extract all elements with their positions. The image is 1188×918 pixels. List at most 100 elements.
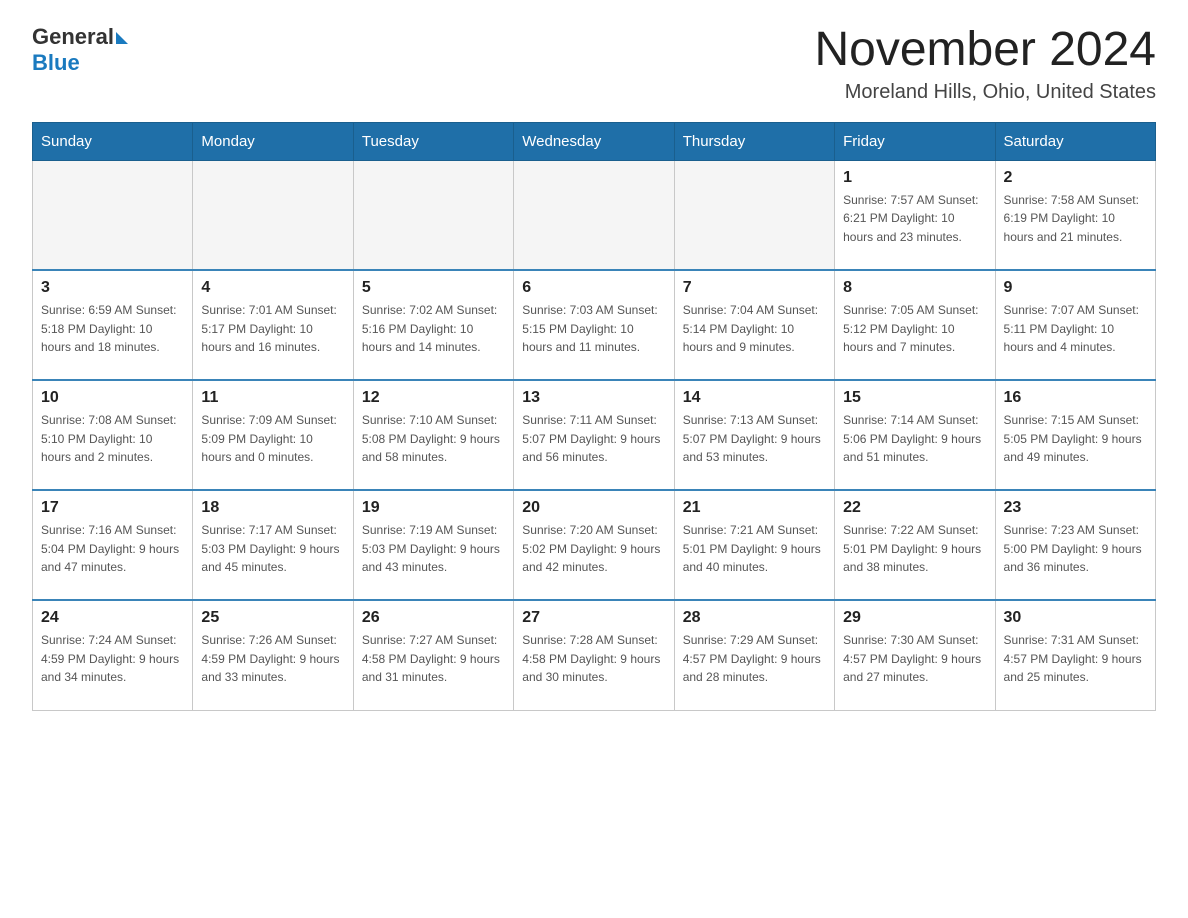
day-number: 26 [362, 609, 505, 627]
calendar-cell: 10 Sunrise: 7:08 AM Sunset: 5:10 PM Dayli… [33, 380, 193, 490]
day-number: 25 [201, 609, 344, 627]
logo-arrow-icon [116, 32, 128, 44]
calendar-cell [514, 160, 674, 270]
calendar-cell: 14Sunrise: 7:13 AM Sunset: 5:07 PM Dayli… [674, 380, 834, 490]
calendar-cell [33, 160, 193, 270]
sun-info: Sunrise: 7:28 AM Sunset: 4:58 PM Dayligh… [522, 631, 665, 687]
column-header-tuesday: Tuesday [353, 122, 513, 160]
calendar-cell: 17 Sunrise: 7:16 AM Sunset: 5:04 PM Dayli… [33, 490, 193, 600]
calendar-cell: 20 Sunrise: 7:20 AM Sunset: 5:02 PM Dayli… [514, 490, 674, 600]
day-number: 1 [843, 169, 986, 187]
calendar-cell: 27 Sunrise: 7:28 AM Sunset: 4:58 PM Dayli… [514, 600, 674, 710]
day-number: 8 [843, 279, 986, 297]
calendar-cell: 15Sunrise: 7:14 AM Sunset: 5:06 PM Dayli… [835, 380, 995, 490]
calendar-cell: 13Sunrise: 7:11 AM Sunset: 5:07 PM Dayli… [514, 380, 674, 490]
logo-general-text: General [32, 24, 114, 50]
month-title: November 2024 [814, 24, 1156, 77]
sun-info: Sunrise: 7:17 AM Sunset: 5:03 PM Dayligh… [201, 521, 344, 577]
calendar-cell: 26 Sunrise: 7:27 AM Sunset: 4:58 PM Dayli… [353, 600, 513, 710]
day-number: 13 [522, 389, 665, 407]
calendar-cell: 19 Sunrise: 7:19 AM Sunset: 5:03 PM Dayli… [353, 490, 513, 600]
day-number: 7 [683, 279, 826, 297]
day-number: 27 [522, 609, 665, 627]
sun-info: Sunrise: 6:59 AM Sunset: 5:18 PM Dayligh… [41, 301, 184, 357]
page-header: General Blue November 2024 Moreland Hill… [32, 24, 1156, 104]
sun-info: Sunrise: 7:02 AM Sunset: 5:16 PM Dayligh… [362, 301, 505, 357]
column-header-thursday: Thursday [674, 122, 834, 160]
day-number: 2 [1004, 169, 1147, 187]
day-number: 9 [1004, 279, 1147, 297]
calendar-cell: 23 Sunrise: 7:23 AM Sunset: 5:00 PM Dayli… [995, 490, 1155, 600]
day-number: 14 [683, 389, 826, 407]
day-number: 22 [843, 499, 986, 517]
day-number: 30 [1004, 609, 1147, 627]
calendar-cell: 22 Sunrise: 7:22 AM Sunset: 5:01 PM Dayli… [835, 490, 995, 600]
logo-blue-text: Blue [32, 50, 80, 76]
calendar-cell: 9Sunrise: 7:07 AM Sunset: 5:11 PM Daylig… [995, 270, 1155, 380]
day-number: 11 [201, 389, 344, 407]
day-number: 4 [201, 279, 344, 297]
sun-info: Sunrise: 7:21 AM Sunset: 5:01 PM Dayligh… [683, 521, 826, 577]
location-title: Moreland Hills, Ohio, United States [814, 81, 1156, 104]
calendar-cell [353, 160, 513, 270]
calendar-cell [193, 160, 353, 270]
sun-info: Sunrise: 7:26 AM Sunset: 4:59 PM Dayligh… [201, 631, 344, 687]
calendar-cell: 25 Sunrise: 7:26 AM Sunset: 4:59 PM Dayli… [193, 600, 353, 710]
calendar-cell: 1Sunrise: 7:57 AM Sunset: 6:21 PM Daylig… [835, 160, 995, 270]
sun-info: Sunrise: 7:27 AM Sunset: 4:58 PM Dayligh… [362, 631, 505, 687]
sun-info: Sunrise: 7:14 AM Sunset: 5:06 PM Dayligh… [843, 411, 986, 467]
calendar-cell: 7 Sunrise: 7:04 AM Sunset: 5:14 PM Daylig… [674, 270, 834, 380]
calendar-cell: 11 Sunrise: 7:09 AM Sunset: 5:09 PM Dayli… [193, 380, 353, 490]
calendar-week-row: 3 Sunrise: 6:59 AM Sunset: 5:18 PM Daylig… [33, 270, 1156, 380]
calendar-week-row: 17 Sunrise: 7:16 AM Sunset: 5:04 PM Dayli… [33, 490, 1156, 600]
sun-info: Sunrise: 7:23 AM Sunset: 5:00 PM Dayligh… [1004, 521, 1147, 577]
day-number: 10 [41, 389, 184, 407]
sun-info: Sunrise: 7:19 AM Sunset: 5:03 PM Dayligh… [362, 521, 505, 577]
sun-info: Sunrise: 7:04 AM Sunset: 5:14 PM Dayligh… [683, 301, 826, 357]
logo[interactable]: General Blue [32, 24, 128, 76]
sun-info: Sunrise: 7:01 AM Sunset: 5:17 PM Dayligh… [201, 301, 344, 357]
calendar-cell: 29 Sunrise: 7:30 AM Sunset: 4:57 PM Dayli… [835, 600, 995, 710]
sun-info: Sunrise: 7:31 AM Sunset: 4:57 PM Dayligh… [1004, 631, 1147, 687]
calendar-cell: 16 Sunrise: 7:15 AM Sunset: 5:05 PM Dayli… [995, 380, 1155, 490]
sun-info: Sunrise: 7:22 AM Sunset: 5:01 PM Dayligh… [843, 521, 986, 577]
calendar-week-row: 10 Sunrise: 7:08 AM Sunset: 5:10 PM Dayli… [33, 380, 1156, 490]
calendar-cell: 6Sunrise: 7:03 AM Sunset: 5:15 PM Daylig… [514, 270, 674, 380]
column-header-wednesday: Wednesday [514, 122, 674, 160]
sun-info: Sunrise: 7:24 AM Sunset: 4:59 PM Dayligh… [41, 631, 184, 687]
title-block: November 2024 Moreland Hills, Ohio, Unit… [814, 24, 1156, 104]
day-number: 19 [362, 499, 505, 517]
calendar-cell: 3 Sunrise: 6:59 AM Sunset: 5:18 PM Daylig… [33, 270, 193, 380]
calendar-cell: 21 Sunrise: 7:21 AM Sunset: 5:01 PM Dayli… [674, 490, 834, 600]
day-number: 21 [683, 499, 826, 517]
calendar-cell: 30 Sunrise: 7:31 AM Sunset: 4:57 PM Dayli… [995, 600, 1155, 710]
day-number: 28 [683, 609, 826, 627]
column-header-sunday: Sunday [33, 122, 193, 160]
sun-info: Sunrise: 7:20 AM Sunset: 5:02 PM Dayligh… [522, 521, 665, 577]
sun-info: Sunrise: 7:29 AM Sunset: 4:57 PM Dayligh… [683, 631, 826, 687]
day-number: 17 [41, 499, 184, 517]
sun-info: Sunrise: 7:08 AM Sunset: 5:10 PM Dayligh… [41, 411, 184, 467]
day-number: 29 [843, 609, 986, 627]
day-number: 23 [1004, 499, 1147, 517]
calendar-header-row: SundayMondayTuesdayWednesdayThursdayFrid… [33, 122, 1156, 160]
calendar-cell: 18 Sunrise: 7:17 AM Sunset: 5:03 PM Dayli… [193, 490, 353, 600]
calendar-week-row: 24 Sunrise: 7:24 AM Sunset: 4:59 PM Dayli… [33, 600, 1156, 710]
day-number: 18 [201, 499, 344, 517]
calendar-cell [674, 160, 834, 270]
day-number: 24 [41, 609, 184, 627]
day-number: 12 [362, 389, 505, 407]
sun-info: Sunrise: 7:16 AM Sunset: 5:04 PM Dayligh… [41, 521, 184, 577]
sun-info: Sunrise: 7:09 AM Sunset: 5:09 PM Dayligh… [201, 411, 344, 467]
calendar-table: SundayMondayTuesdayWednesdayThursdayFrid… [32, 122, 1156, 711]
sun-info: Sunrise: 7:15 AM Sunset: 5:05 PM Dayligh… [1004, 411, 1147, 467]
day-number: 16 [1004, 389, 1147, 407]
calendar-cell: 4 Sunrise: 7:01 AM Sunset: 5:17 PM Daylig… [193, 270, 353, 380]
sun-info: Sunrise: 7:58 AM Sunset: 6:19 PM Dayligh… [1004, 191, 1147, 247]
day-number: 5 [362, 279, 505, 297]
sun-info: Sunrise: 7:30 AM Sunset: 4:57 PM Dayligh… [843, 631, 986, 687]
calendar-cell: 24 Sunrise: 7:24 AM Sunset: 4:59 PM Dayli… [33, 600, 193, 710]
day-number: 3 [41, 279, 184, 297]
calendar-cell: 8Sunrise: 7:05 AM Sunset: 5:12 PM Daylig… [835, 270, 995, 380]
day-number: 20 [522, 499, 665, 517]
